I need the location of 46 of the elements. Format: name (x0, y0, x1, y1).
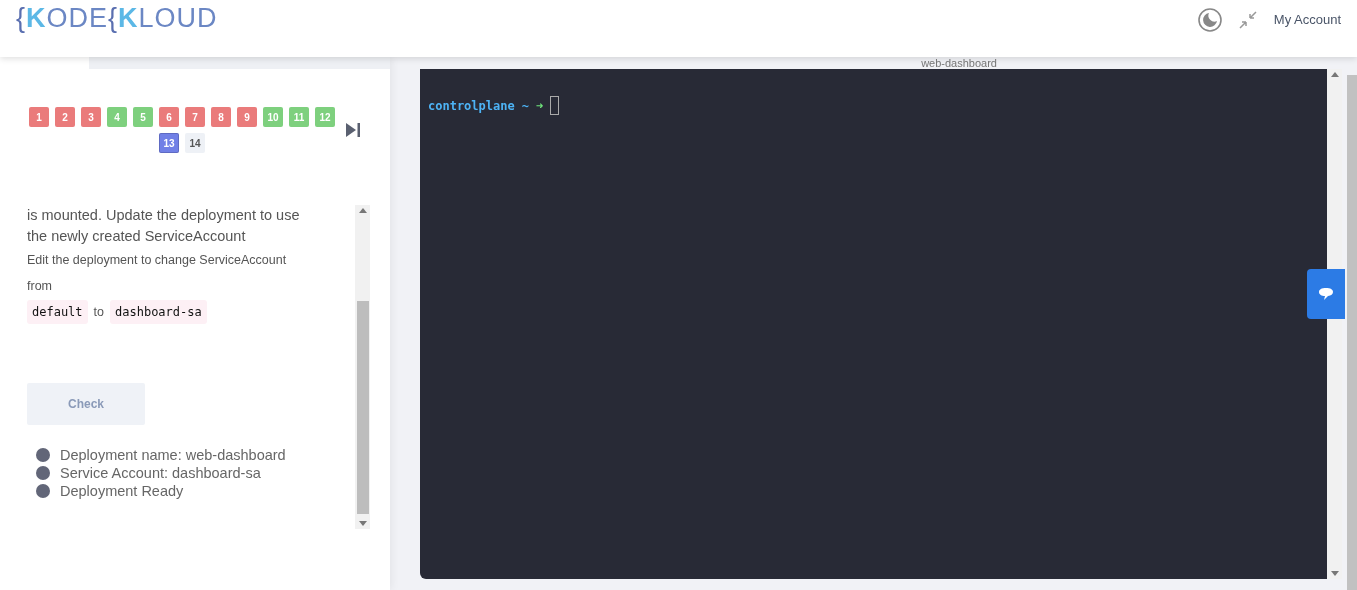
question-number[interactable]: 13 (159, 133, 179, 153)
moon-icon[interactable] (1197, 7, 1222, 32)
question-number[interactable]: 14 (185, 133, 205, 153)
chat-button[interactable] (1307, 269, 1345, 319)
kodekloud-logo[interactable]: {KODE{KLOUD (16, 3, 218, 34)
check-item: Service Account: dashboard-sa (60, 465, 261, 481)
prompt-host: controlplane (428, 98, 515, 113)
question-number[interactable]: 5 (133, 107, 153, 127)
scroll-down-icon[interactable] (358, 521, 367, 526)
hint-text: to (93, 304, 104, 321)
scroll-down-icon[interactable] (1330, 571, 1339, 576)
chat-icon (1318, 287, 1334, 301)
prompt-path: ~ (521, 98, 529, 113)
question-number[interactable]: 10 (263, 107, 283, 127)
status-dot (36, 484, 50, 498)
scroll-up-icon[interactable] (358, 208, 367, 213)
terminal[interactable]: controlplane ~ ➜ (420, 69, 1342, 579)
check-item: Deployment Ready (60, 483, 184, 499)
skip-to-end-icon[interactable] (345, 122, 361, 138)
account-link[interactable]: My Account (1273, 12, 1341, 27)
question-number[interactable]: 7 (185, 107, 205, 127)
cursor (550, 96, 560, 115)
question-number[interactable]: 4 (107, 107, 127, 127)
question-number[interactable]: 3 (81, 107, 101, 127)
question-number[interactable]: 9 (237, 107, 257, 127)
minimize-icon[interactable] (1237, 9, 1258, 30)
question-number[interactable]: 8 (211, 107, 231, 127)
status-dot (36, 448, 50, 462)
scrollbar[interactable] (355, 205, 370, 529)
question-number[interactable]: 11 (289, 107, 309, 127)
terminal-tab[interactable]: web-dashboard (921, 58, 997, 69)
page-scrollbar[interactable] (1347, 75, 1357, 590)
check-item: Deployment name: web-dashboard (60, 447, 286, 463)
question-number[interactable]: 2 (55, 107, 75, 127)
question-number[interactable]: 6 (159, 107, 179, 127)
inline-code: default (27, 300, 88, 324)
inline-code: dashboard-sa (110, 300, 207, 324)
question-number[interactable]: 12 (315, 107, 335, 127)
terminal-scrollbar[interactable] (1327, 69, 1342, 579)
prompt-arrow: ➜ (535, 98, 544, 113)
scroll-up-icon[interactable] (1330, 72, 1339, 77)
task-text: is mounted. Update the deployment to use the newly created ServiceAccount (27, 206, 301, 246)
status-dot (36, 466, 50, 480)
question-number[interactable]: 1 (29, 107, 49, 127)
scroll-thumb[interactable] (356, 300, 369, 514)
check-button[interactable]: Check (27, 383, 145, 425)
